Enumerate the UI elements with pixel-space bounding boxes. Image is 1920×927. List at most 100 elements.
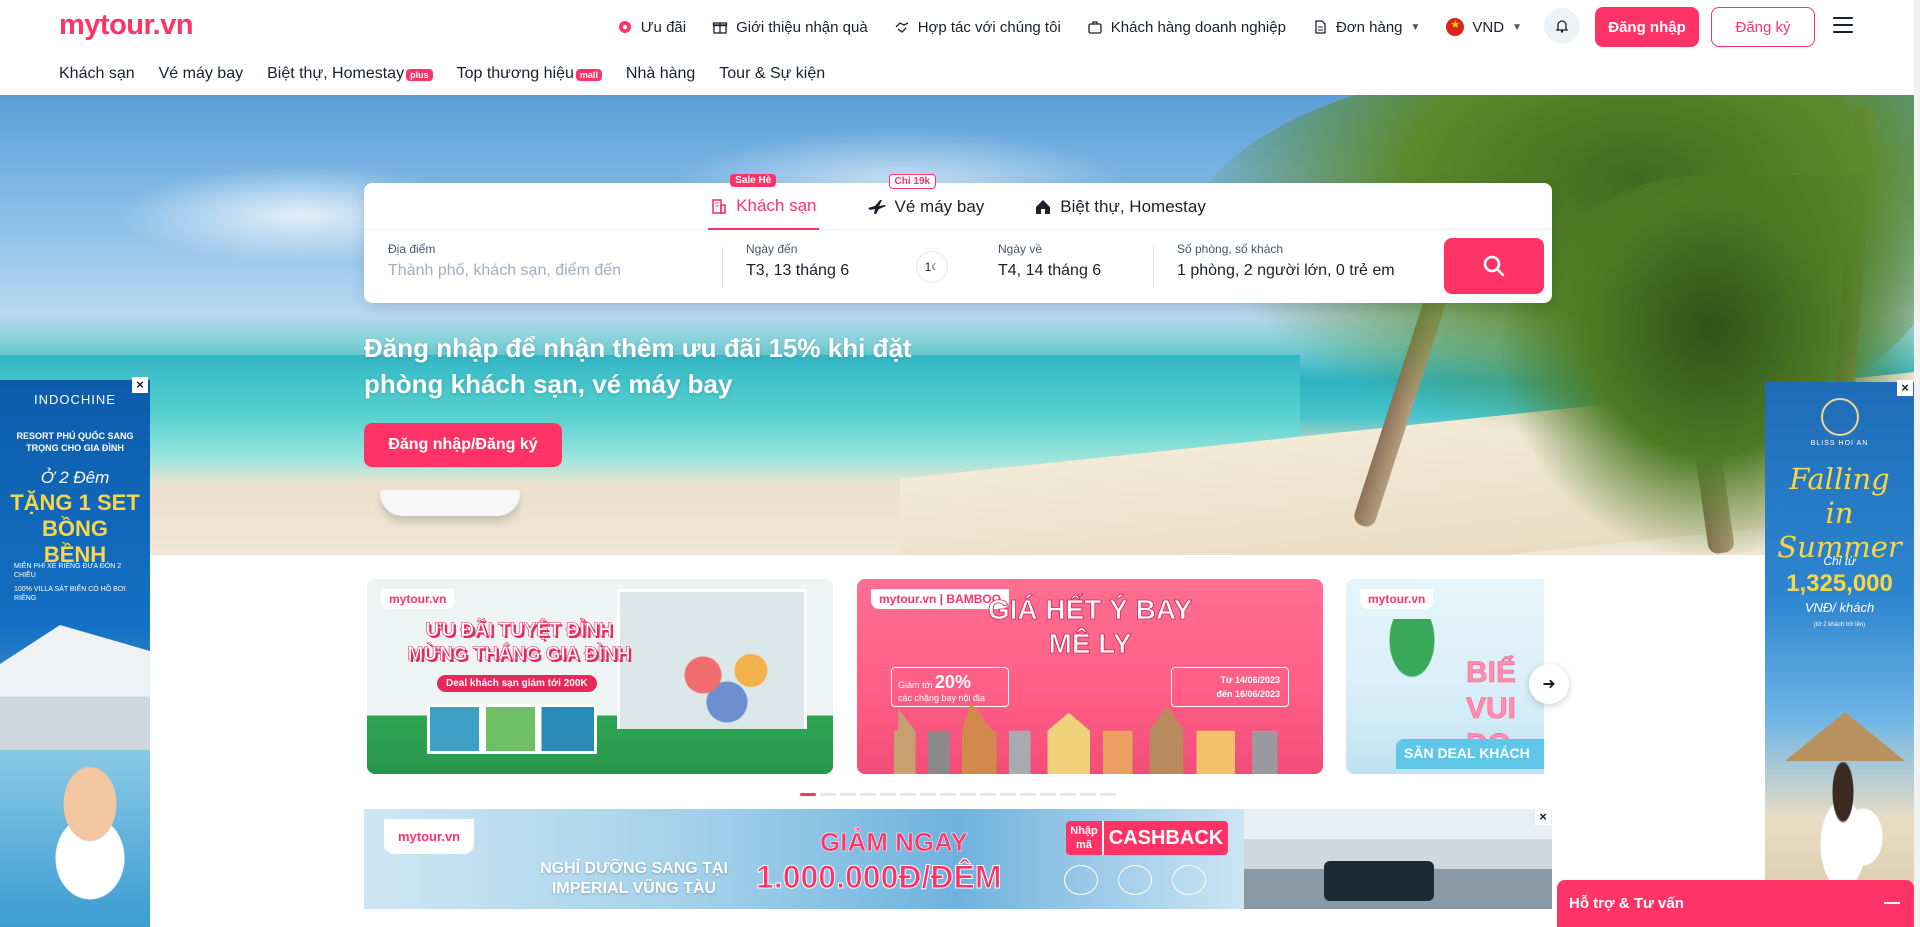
guests-field[interactable]: Số phòng, số khách 1 phòng, 2 người lớn,… [1177,242,1395,280]
location-input[interactable]: Thành phố, khách sạn, điểm đến [388,262,621,280]
cat-khach-san[interactable]: Khách sạn [59,65,135,83]
nav-don-hang[interactable]: Đơn hàng ▼ [1312,19,1420,36]
mytour-logo[interactable]: mytour.vn [59,9,194,42]
promo-brand: mytour.vn [381,589,455,609]
right-side-ad[interactable]: BLISS HOI AN Falling in Summer Chỉ từ 1,… [1765,382,1914,927]
palm-illustration [1382,619,1442,689]
search-button[interactable] [1444,238,1544,294]
cat-khach-san-label: Khách sạn [59,65,135,82]
notification-bell-button[interactable] [1544,8,1580,44]
carousel-dot[interactable] [1020,793,1036,796]
cat-tour[interactable]: Tour & Sự kiện [719,65,825,83]
promo-banner-beach[interactable]: mytour.vn BIỂ VUI ĐỌ SĂN DEAL KHÁCH [1346,579,1544,774]
carousel-dot[interactable] [1000,793,1016,796]
close-icon[interactable]: × [132,377,148,393]
beach-icon [1118,865,1152,895]
tab-ve-may-bay[interactable]: Chỉ 19k Vé máy bay [865,174,987,230]
discount-prefix: Giảm tới [898,680,933,690]
left-side-ad[interactable]: INDOCHINE RESORT PHÚ QUỐC SANG TRỌNG CHO… [0,380,150,927]
nav-gioi-thieu[interactable]: Giới thiệu nhận quà [712,19,868,36]
promo-pill: Deal khách sạn giảm tới 200K [437,675,597,692]
promo-title: GIÁ HẾT Ý BAY MÊ LY [987,594,1193,660]
carousel-dots [800,793,1116,796]
scrollbar[interactable] [1914,0,1920,927]
nav-doanh-nghiep[interactable]: Khách hàng doanh nghiệp [1087,19,1286,36]
menu-icon[interactable] [1833,17,1853,33]
close-icon[interactable]: × [1897,380,1913,396]
tab-ve-may-bay-label: Vé máy bay [894,196,985,216]
close-icon[interactable]: × [1535,809,1551,825]
guests-label: Số phòng, số khách [1177,242,1284,256]
banner-cashback: CASHBACK [1102,821,1228,855]
cat-ve-may-bay[interactable]: Vé máy bay [159,65,243,83]
gift-badge-icon [618,21,631,33]
support-chat-bar[interactable]: Hỗ trợ & Tư vấn [1557,880,1914,927]
checkin-field[interactable]: Ngày đến T3, 13 tháng 6 [746,242,849,280]
home-icon [1036,199,1051,214]
category-nav: Khách sạn Vé máy bay Biệt thự, Homestay p… [59,58,825,90]
carousel-next-button[interactable]: ➜ [1529,664,1569,704]
villa-photo [0,625,150,755]
arrow-right-icon: ➜ [1542,676,1556,693]
currency-select[interactable]: VND ▼ [1446,18,1522,36]
checkout-field[interactable]: Ngày về T4, 14 tháng 6 [998,242,1101,280]
carousel-dot[interactable] [1100,793,1116,796]
family-illustration [667,639,787,729]
ad-subtitle: RESORT PHÚ QUỐC SANG TRỌNG CHO GIA ĐÌNH [16,431,134,453]
date-to: đến 16/06/2023 [1216,689,1280,699]
imperial-promo-banner[interactable]: mytour.vn NGHỈ DƯỠNG SANG TẠI IMPERIAL V… [364,809,1552,909]
pool-photo [0,750,150,927]
carousel-dot[interactable] [960,793,976,796]
carousel-dot[interactable] [820,793,836,796]
ad-brand: INDOCHINE [34,392,116,407]
carousel-dot[interactable] [1080,793,1096,796]
nav-uu-dai[interactable]: Ưu đãi [617,19,686,36]
nav-hop-tac[interactable]: Hợp tác với chúng tôi [894,19,1061,36]
cat-top-thuong-hieu[interactable]: Top thương hiệu mall [457,65,602,83]
promo-banner-family[interactable]: mytour.vn ƯU ĐÃI TUYỆT ĐỈNH MỪNG THÁNG G… [367,579,833,774]
carousel-dot[interactable] [800,793,816,796]
mall-tag: mall [575,69,602,81]
bell-icon [1555,20,1569,33]
carousel-dot[interactable] [1060,793,1076,796]
date-from: Từ 14/06/2023 [1220,675,1280,685]
carousel-dot[interactable] [900,793,916,796]
nights-count: 1 ☾ [916,251,948,283]
tab-khach-san[interactable]: Sale Hè Khách sạn [708,174,819,230]
cat-biet-thu[interactable]: Biệt thự, Homestay plus [267,65,433,83]
destination-photos [427,704,597,754]
carousel-dot[interactable] [880,793,896,796]
plus-tag: plus [406,69,433,81]
hero-login-register-button[interactable]: Đăng nhập/Đăng ký [364,423,562,467]
tab-biet-thu[interactable]: Biệt thự, Homestay [1032,183,1208,230]
date-box: Từ 14/06/2023 đến 16/06/2023 [1171,667,1289,707]
checkin-value: T3, 13 tháng 6 [746,262,850,279]
divider [722,246,723,288]
search-tabs: Sale Hè Khách sạn Chỉ 19k Vé máy bay Biệ… [364,174,1552,230]
divider [1153,246,1154,288]
currency-label: VND [1472,18,1505,36]
banner-amount: 1.000.000Đ/ĐÊM [755,859,1002,896]
moon-icon: ☾ [931,261,940,272]
location-field[interactable]: Địa điểm Thành phố, khách sạn, điểm đến [388,242,621,280]
car-icon [1064,865,1098,895]
hotel-photo [1244,809,1552,909]
carousel-dot[interactable] [920,793,936,796]
promo-deal: SĂN DEAL KHÁCH [1396,739,1544,769]
carousel-dot[interactable] [980,793,996,796]
carousel-dot[interactable] [1040,793,1056,796]
carousel-dot[interactable] [940,793,956,796]
cat-nha-hang[interactable]: Nhà hàng [626,65,695,83]
register-button[interactable]: Đăng ký [1711,7,1815,47]
sale-badge: Sale Hè [730,174,777,187]
ad-headline: Falling in Summer [1777,462,1902,564]
hotel-icon [712,198,726,214]
top-header: mytour.vn Ưu đãi Giới thiệu nhận quà Hợp… [0,0,1920,54]
support-label: Hỗ trợ & Tư vấn [1569,895,1684,912]
minimize-icon[interactable] [1884,902,1900,904]
carousel-dot[interactable] [840,793,856,796]
promo-banner-flights[interactable]: mytour.vn | BAMBOO GIÁ HẾT Ý BAY MÊ LY G… [857,579,1323,774]
carousel-dot[interactable] [860,793,876,796]
login-button[interactable]: Đăng nhập [1595,7,1699,47]
chevron-down-icon: ▼ [1512,21,1522,33]
